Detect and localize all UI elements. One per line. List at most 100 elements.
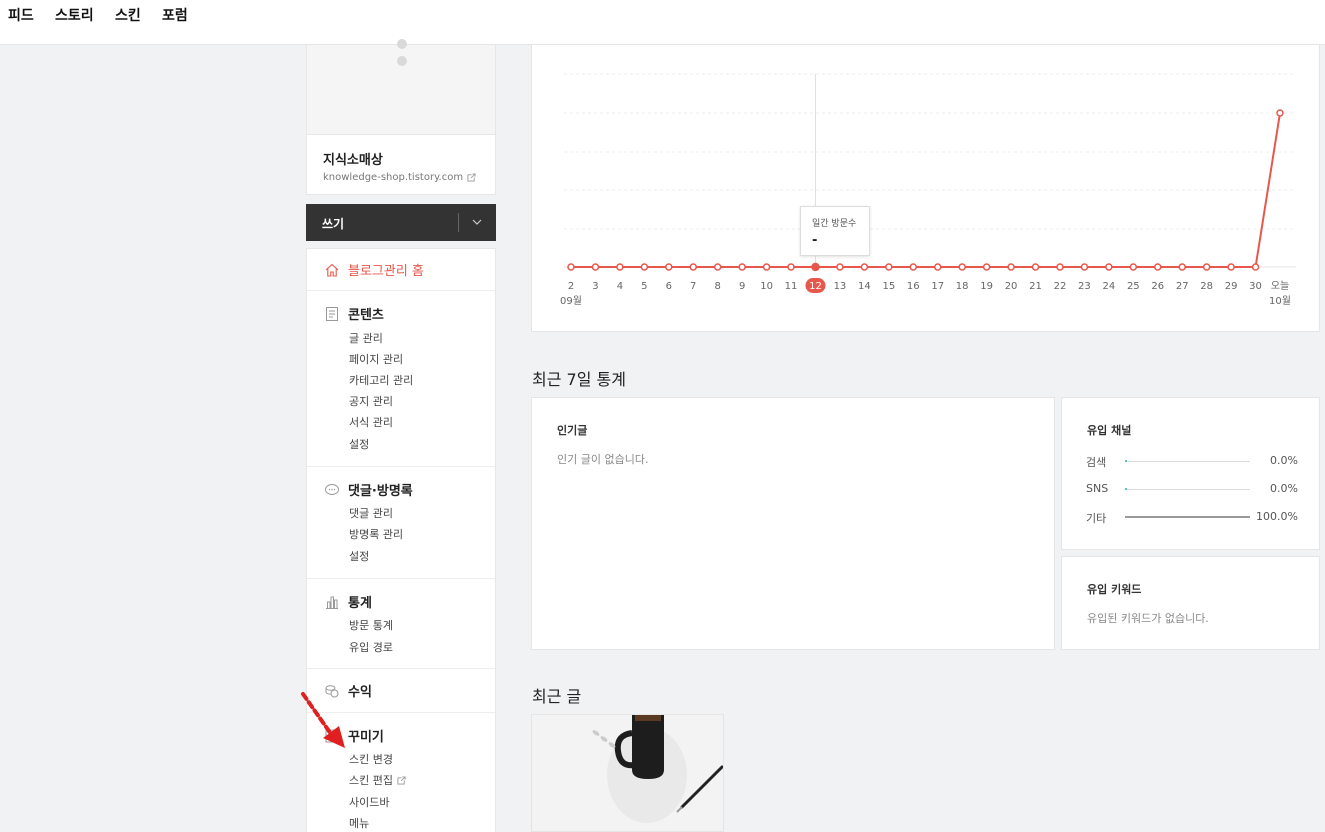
chart-tick-label: 19	[980, 281, 993, 292]
channel-bar-fill	[1125, 460, 1127, 462]
chart-tick-label: 24	[1102, 281, 1115, 292]
menu-sub-skin-change[interactable]: 스킨 변경	[349, 751, 393, 767]
channel-pct: 0.0%	[1270, 454, 1298, 467]
chart-point	[1031, 263, 1040, 271]
chart-tick-label: 4	[617, 281, 623, 292]
menu-section-stats: 통계 방문 통계 유입 경로	[307, 579, 495, 669]
chart-tick-label: 26	[1151, 281, 1164, 292]
menu-sub-comment-settings[interactable]: 설정	[349, 548, 369, 564]
chart-point	[933, 263, 942, 271]
chart-point	[689, 263, 697, 271]
chart-tick-label: 17	[931, 281, 944, 292]
menu-sub-skin-edit-label: 스킨 편집	[349, 774, 393, 787]
menu-sub-menu[interactable]: 메뉴	[349, 815, 369, 831]
keywords-title: 유입 키워드	[1087, 583, 1142, 596]
popular-posts-card: 인기글 인기 글이 없습니다.	[531, 397, 1055, 650]
chart-point	[958, 263, 966, 271]
chart-tick-label: 23	[1078, 281, 1091, 292]
channel-bar-fill	[1125, 516, 1250, 518]
recent-post-thumbnail[interactable]	[531, 714, 724, 832]
chart-point	[885, 263, 893, 271]
chart-tick-label: 18	[956, 281, 969, 292]
channel-bar	[1125, 488, 1250, 490]
recent7-title: 최근 7일 통계	[532, 370, 626, 389]
chart-point	[787, 263, 795, 271]
chart-point	[1129, 263, 1138, 271]
channel-row-sns: SNS 0.0%	[1086, 482, 1298, 498]
chart-point	[640, 263, 649, 271]
chart-tick-label: 8	[715, 281, 721, 292]
menu-sub-guestbook-manage[interactable]: 방명록 관리	[349, 526, 403, 542]
menu-sub-page-manage[interactable]: 페이지 관리	[349, 351, 403, 367]
popular-empty: 인기 글이 없습니다.	[557, 453, 649, 466]
menu-sub-visit-stats[interactable]: 방문 통계	[349, 617, 393, 633]
chart-tick-label: 29	[1225, 281, 1238, 292]
chart-tick-label: 2	[568, 281, 574, 292]
chart-tick-label: 7	[690, 281, 696, 292]
menu-sub-post-manage[interactable]: 글 관리	[349, 330, 383, 346]
chart-tick-label: 28	[1200, 281, 1213, 292]
annotation-arrow	[301, 692, 345, 748]
chart-point	[738, 263, 746, 271]
menu-stats[interactable]: 통계	[324, 592, 372, 611]
chart-point	[1154, 263, 1162, 271]
menu-sub-skin-edit[interactable]: 스킨 편집	[349, 772, 406, 788]
visit-chart: 2 3 4 5 6 7 8 9 10 11 12 13 14 15 16 17 18 19 20 21 22 23 24 25…	[560, 73, 1296, 307]
menu-sub-template-manage[interactable]: 서식 관리	[349, 414, 393, 430]
chart-tick-label: 3	[592, 281, 598, 292]
menu-sub-notice-manage[interactable]: 공지 관리	[349, 393, 393, 409]
chart-point	[1105, 263, 1113, 271]
speech-bubble-icon	[325, 483, 339, 495]
chart-month-label: 09월	[560, 295, 582, 307]
menu-sub-comment-manage[interactable]: 댓글 관리	[349, 505, 393, 521]
chart-point	[1080, 263, 1089, 271]
chart-point	[665, 263, 673, 271]
keywords-card: 유입 키워드 유입된 키워드가 없습니다.	[1061, 556, 1320, 650]
channel-row-search: 검색 0.0%	[1086, 454, 1298, 470]
channels-title: 유입 채널	[1087, 424, 1132, 437]
channel-bar	[1125, 516, 1250, 518]
external-link-icon	[397, 775, 406, 785]
chart-tooltip: 일간 방문수 -	[800, 206, 870, 256]
chart-point	[1056, 263, 1064, 271]
chart-tick-label: 20	[1005, 281, 1018, 292]
tooltip-title: 일간 방문수	[812, 219, 857, 229]
channel-pct: 0.0%	[1270, 482, 1298, 495]
chart-point	[591, 263, 600, 271]
chart-point	[860, 263, 869, 271]
menu-sub-content-settings[interactable]: 설정	[349, 436, 369, 452]
recent-posts-title: 최근 글	[532, 687, 582, 706]
chart-point	[616, 263, 624, 271]
chart-tick-label: 11	[785, 281, 798, 292]
chart-point	[1178, 263, 1186, 271]
chart-point	[567, 263, 575, 271]
chart-tick-label: 25	[1127, 281, 1140, 292]
menu-sub-category-manage[interactable]: 카테고리 관리	[349, 372, 413, 388]
menu-sub-referrer[interactable]: 유입 경로	[349, 639, 393, 655]
channel-label: 기타	[1086, 512, 1107, 525]
chart-tick-label: 6	[666, 281, 672, 292]
chart-point	[811, 262, 820, 272]
chart-point	[1251, 263, 1260, 271]
chart-tick-label: 15	[882, 281, 895, 292]
channel-label: 검색	[1086, 456, 1107, 469]
chart-point	[982, 263, 991, 271]
popular-title: 인기글	[557, 424, 588, 437]
channel-label: SNS	[1086, 482, 1109, 495]
menu-comments[interactable]: 댓글·방명록	[324, 480, 413, 499]
menu-section-comments: 댓글·방명록 댓글 관리 방명록 관리 설정	[307, 467, 495, 579]
chart-tick-label: 12	[809, 281, 822, 292]
chart-tick-label: 10	[760, 281, 773, 292]
bar-chart-icon	[326, 596, 338, 609]
chart-point	[762, 263, 771, 271]
channel-row-etc: 기타 100.0%	[1086, 510, 1298, 526]
channel-bar-fill	[1125, 488, 1127, 490]
chart-point	[713, 263, 722, 271]
chart-tick-label: 13	[834, 281, 847, 292]
menu-stats-label: 통계	[348, 596, 372, 611]
chart-tick-label: 5	[641, 281, 647, 292]
menu-sub-sidebar[interactable]: 사이드바	[349, 794, 389, 810]
chart-tick-label: 14	[858, 281, 871, 292]
chart-tick-label: 오늘	[1271, 280, 1289, 292]
chart-tick-label: 22	[1054, 281, 1067, 292]
